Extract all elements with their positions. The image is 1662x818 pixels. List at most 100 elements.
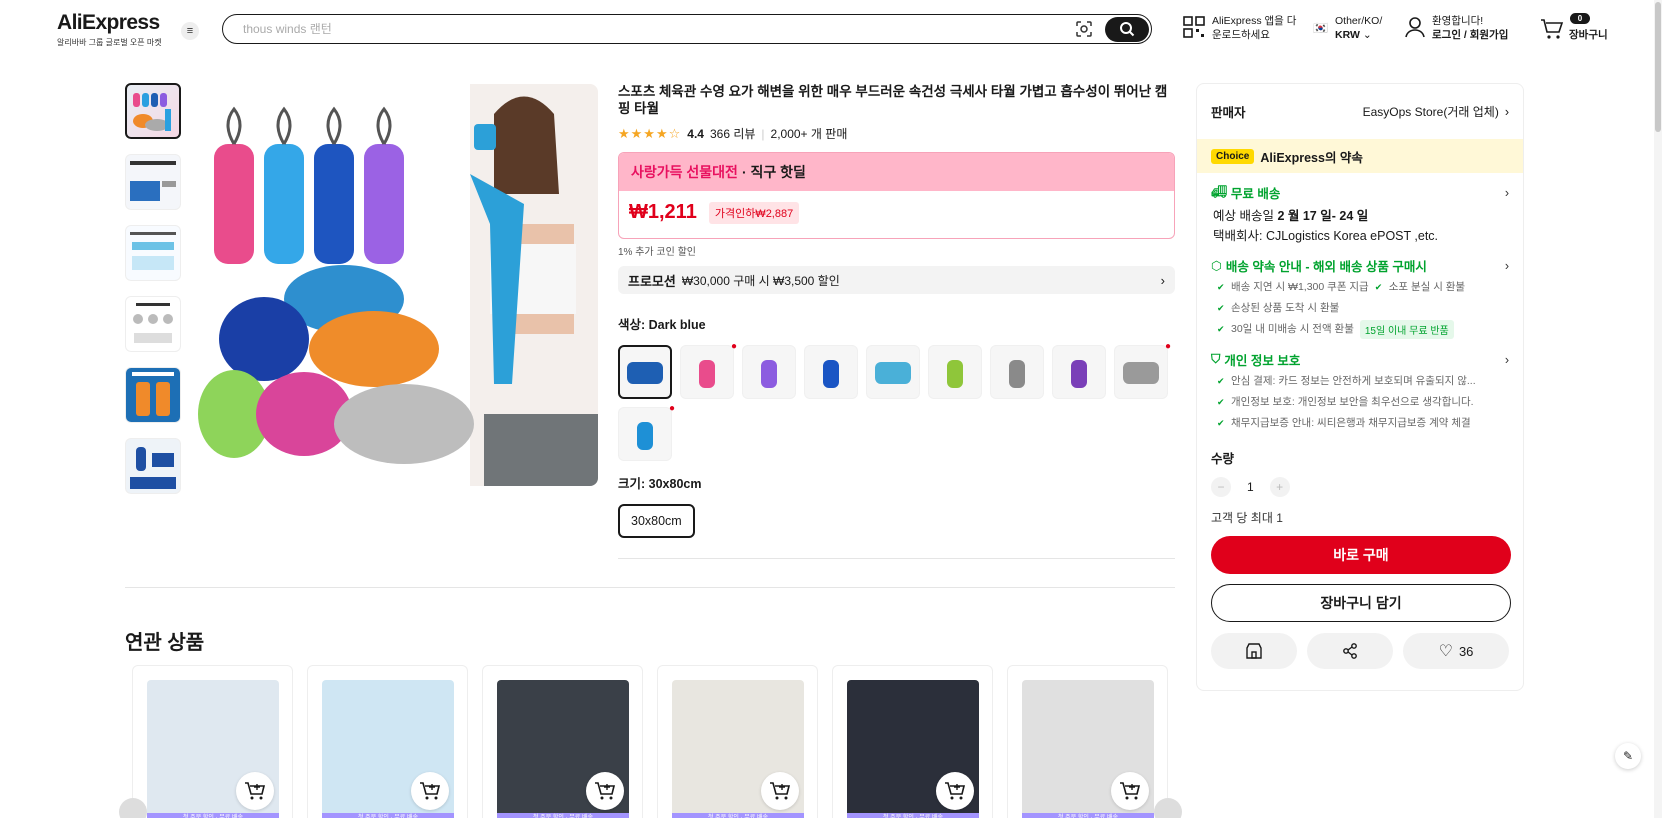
- privacy-item: 안심 결제: 카드 정보는 안전하게 보호되며 유출되지 않...: [1211, 371, 1509, 392]
- quantity-label: 수량: [1211, 452, 1235, 466]
- truck-icon: 🚚︎: [1211, 185, 1227, 199]
- color-swatch[interactable]: ●: [618, 403, 675, 461]
- account-menu[interactable]: 환영합니다! 로그인 / 회원가입: [1404, 14, 1508, 42]
- review-count[interactable]: 366 리뷰: [710, 125, 755, 142]
- decrease-quantity-button[interactable]: −: [1211, 477, 1231, 497]
- login-signup-link[interactable]: 로그인 / 회원가입: [1432, 29, 1508, 41]
- thumbnail-4[interactable]: [125, 296, 181, 352]
- chevron-right-icon: ›: [1504, 352, 1509, 367]
- scrollbar-thumb[interactable]: [1655, 2, 1661, 132]
- thumbnail-2[interactable]: [125, 154, 181, 210]
- share-button[interactable]: [1307, 633, 1393, 669]
- seller-name[interactable]: EasyOps Store(거래 업체): [1363, 103, 1499, 120]
- color-swatch[interactable]: [618, 345, 672, 399]
- price-drop-badge: 가격인하₩2,887: [708, 201, 800, 224]
- app-download[interactable]: AliExpress 앱을 다 운로드하세요: [1183, 14, 1296, 42]
- guarantee-section[interactable]: ⬡ 배송 약속 안내 - 해외 배송 상품 구매시 › 배송 지연 시 ₩1,3…: [1197, 256, 1523, 341]
- thumbnail-5[interactable]: [125, 367, 181, 423]
- thumbnail-3[interactable]: [125, 225, 181, 281]
- shipping-date: 2 월 17 일- 24 일: [1277, 209, 1369, 223]
- thumbnail-6[interactable]: [125, 438, 181, 494]
- related-product-card[interactable]: 첫 주문 할인 · 무료 배송: [307, 665, 468, 818]
- add-to-cart-button[interactable]: 장바구니 담기: [1211, 584, 1511, 622]
- buy-now-button[interactable]: 바로 구매: [1211, 536, 1511, 574]
- thumbnail-list: [125, 83, 181, 509]
- related-product-card[interactable]: 첫 주문 할인 · 무료 배송: [657, 665, 818, 818]
- add-to-cart-icon[interactable]: [1111, 772, 1149, 810]
- color-label: 색상: Dark blue: [618, 318, 706, 332]
- store-button[interactable]: [1211, 633, 1297, 669]
- shipping-date-label: 예상 배송일: [1213, 209, 1278, 223]
- page-scrollbar[interactable]: [1654, 0, 1662, 818]
- add-to-cart-icon[interactable]: [761, 772, 799, 810]
- app-download-line1: AliExpress 앱을 다: [1212, 15, 1297, 27]
- purchase-panel: 판매자 EasyOps Store(거래 업체) › Choice AliExp…: [1196, 83, 1524, 691]
- thumbnail-1[interactable]: [125, 83, 181, 139]
- first-order-discount-strip: 첫 주문 할인 · 무료 배송: [847, 813, 979, 818]
- region-selector[interactable]: 🇰🇷 Other/KO/ KRW ⌄: [1313, 14, 1382, 42]
- star-rating-icon: ★★★★☆: [618, 125, 682, 141]
- color-swatch[interactable]: ●: [680, 341, 737, 399]
- add-to-cart-icon[interactable]: [936, 772, 974, 810]
- add-to-cart-icon[interactable]: [411, 772, 449, 810]
- deal-subtitle: · 직구 핫딜: [741, 164, 806, 180]
- privacy-section[interactable]: ⛉ 개인 정보 보호 › 안심 결제: 카드 정보는 안전하게 보호되며 유출되…: [1197, 350, 1523, 434]
- aliexpress-logo[interactable]: AliExpress 알리바바 그룹 글로벌 오픈 마켓: [57, 11, 162, 48]
- wishlist-count: 36: [1458, 643, 1474, 659]
- color-swatch[interactable]: [990, 345, 1044, 399]
- increase-quantity-button[interactable]: +: [1269, 477, 1290, 497]
- price-row: ₩1,211 가격인하₩2,887: [619, 191, 1174, 234]
- swatch-image: [1071, 360, 1087, 388]
- color-swatch[interactable]: [928, 345, 982, 399]
- color-swatch[interactable]: ●: [1114, 341, 1171, 399]
- seller-row[interactable]: 판매자 EasyOps Store(거래 업체) ›: [1197, 84, 1523, 139]
- chevron-right-icon: ›: [1160, 272, 1165, 288]
- promotion-text: ₩30,000 구매 시 ₩3,500 할인: [681, 273, 840, 288]
- related-product-card[interactable]: 첫 주문 할인 · 무료 배송: [482, 665, 643, 818]
- user-icon: [1405, 17, 1425, 38]
- sold-count: 2,000+ 개 판매: [770, 127, 848, 141]
- related-product-card[interactable]: 첫 주문 할인 · 무료 배송: [1007, 665, 1168, 818]
- product-info: 스포츠 체육관 수영 요가 해변을 위한 매우 부드러운 속건성 극세사 타월 …: [618, 83, 1175, 559]
- chevron-right-icon: ›: [1504, 185, 1509, 200]
- image-search-icon[interactable]: [1075, 20, 1093, 38]
- qr-code-icon: [1183, 16, 1205, 38]
- search-input[interactable]: [243, 20, 1023, 38]
- add-to-cart-icon[interactable]: [586, 772, 624, 810]
- action-icons: ♡ 36: [1211, 633, 1509, 669]
- top-header: AliExpress 알리바바 그룹 글로벌 오픈 마켓 ≡ AliExpres…: [0, 0, 1662, 60]
- add-to-cart-icon[interactable]: [236, 772, 274, 810]
- wishlist-button[interactable]: ♡ 36: [1403, 633, 1509, 669]
- rating-divider: |: [761, 126, 765, 141]
- quantity-stepper: − 1 +: [1211, 477, 1509, 497]
- shipping-section[interactable]: 🚚︎ 무료 배송 › 예상 배송일 2 월 17 일- 24 일 택배회사: C…: [1197, 183, 1523, 246]
- hot-fire-icon: ●: [730, 341, 737, 352]
- related-product-card[interactable]: 첫 주문 할인 · 무료 배송: [832, 665, 993, 818]
- menu-icon[interactable]: ≡: [181, 22, 199, 40]
- first-order-discount-strip: 첫 주문 할인 · 무료 배송: [1022, 813, 1154, 818]
- related-products-list: 첫 주문 할인 · 무료 배송 첫 주문 할인 · 무료 배송 첫 주문 할인 · …: [132, 665, 1168, 818]
- related-product-card[interactable]: 첫 주문 할인 · 무료 배송: [132, 665, 293, 818]
- carousel-prev-button[interactable]: [119, 798, 147, 818]
- swatch-image: [947, 360, 963, 388]
- color-swatch[interactable]: [742, 345, 796, 399]
- guarantee-item: 배송 지연 시 ₩1,300 쿠폰 지급: [1211, 277, 1369, 298]
- chevron-down-icon: ⌄: [1362, 29, 1372, 41]
- size-option-30x80cm[interactable]: 30x80cm: [618, 504, 695, 538]
- promotion-label: 프로모션: [628, 273, 676, 289]
- swatch-image: [1009, 360, 1025, 388]
- logo-subtitle: 알리바바 그룹 글로벌 오픈 마켓: [57, 38, 162, 47]
- promotion-bar[interactable]: 프로모션 ₩30,000 구매 시 ₩3,500 할인 ›: [618, 266, 1175, 294]
- feedback-edit-button[interactable]: ✎: [1615, 743, 1641, 769]
- main-product-image[interactable]: [194, 84, 598, 486]
- privacy-title: 개인 정보 보호: [1224, 354, 1301, 368]
- carousel-next-button[interactable]: [1154, 798, 1182, 818]
- privacy-item: 개인정보 보호: 개인정보 보안을 최우선으로 생각합니다.: [1211, 392, 1509, 413]
- swatch-image: [875, 362, 911, 384]
- cart-label: 장바구니: [1569, 29, 1608, 41]
- color-swatch[interactable]: [1052, 345, 1106, 399]
- color-swatch[interactable]: [804, 345, 858, 399]
- logo-text: AliExpress: [57, 11, 160, 34]
- color-swatch[interactable]: [866, 345, 920, 399]
- search-button[interactable]: [1105, 16, 1149, 42]
